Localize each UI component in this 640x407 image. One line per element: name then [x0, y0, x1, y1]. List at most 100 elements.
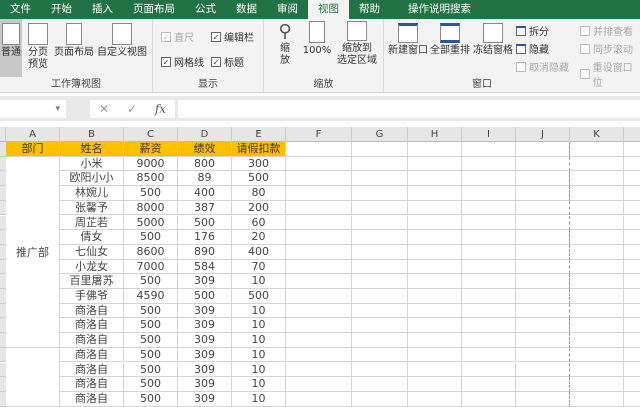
cell[interactable]	[516, 289, 570, 304]
cell[interactable]	[570, 318, 624, 334]
cell[interactable]: 309	[178, 303, 232, 319]
cell[interactable]	[570, 142, 624, 157]
column-header-D[interactable]: D	[178, 127, 232, 142]
cell[interactable]	[408, 171, 462, 187]
cell[interactable]	[624, 289, 640, 304]
cell[interactable]: 89	[178, 171, 232, 187]
header-cell[interactable]: 部门	[6, 142, 60, 157]
cell[interactable]	[352, 156, 408, 172]
cell[interactable]: 10	[232, 391, 286, 407]
cell[interactable]	[462, 347, 516, 363]
cell[interactable]	[516, 156, 570, 172]
cell[interactable]: 500	[124, 318, 178, 334]
cell[interactable]: 手佛爷	[60, 289, 124, 304]
cell[interactable]: 309	[178, 391, 232, 407]
cell[interactable]	[286, 289, 352, 304]
cell[interactable]	[570, 171, 624, 187]
cell[interactable]	[516, 377, 570, 392]
cell[interactable]	[408, 215, 462, 231]
cell[interactable]	[286, 215, 352, 231]
cell[interactable]	[462, 200, 516, 216]
cell[interactable]	[286, 259, 352, 275]
cell[interactable]	[624, 230, 640, 245]
cell[interactable]	[462, 318, 516, 334]
cell[interactable]: 500	[124, 303, 178, 319]
cell[interactable]	[624, 348, 640, 363]
cell[interactable]: 500	[124, 186, 178, 201]
cell[interactable]	[408, 142, 462, 157]
cell[interactable]	[570, 259, 624, 275]
cell[interactable]	[408, 347, 462, 363]
cell[interactable]	[286, 244, 352, 260]
cell[interactable]	[352, 200, 408, 216]
cell[interactable]	[462, 259, 516, 275]
cell[interactable]	[624, 245, 640, 260]
cell[interactable]	[462, 362, 516, 378]
hide-button[interactable]: 隐藏	[516, 41, 549, 56]
cell[interactable]	[570, 156, 624, 172]
cell[interactable]: 60	[232, 215, 286, 231]
cell[interactable]: 七仙女	[60, 244, 124, 260]
cell[interactable]	[352, 347, 408, 363]
cell[interactable]	[462, 244, 516, 260]
cell[interactable]	[516, 362, 570, 378]
column-header-B[interactable]: B	[60, 127, 124, 142]
cell[interactable]	[408, 391, 462, 407]
tab-1[interactable]: 开始	[41, 0, 82, 19]
column-header-G[interactable]: G	[352, 127, 408, 142]
cell[interactable]	[516, 303, 570, 319]
cell[interactable]	[624, 142, 640, 157]
cell[interactable]	[408, 156, 462, 172]
cell[interactable]	[286, 171, 352, 187]
cell[interactable]: 500	[178, 215, 232, 231]
cancel-icon[interactable]: ✕	[99, 102, 109, 116]
cell[interactable]	[570, 347, 624, 363]
cell[interactable]	[624, 363, 640, 378]
cell[interactable]	[286, 391, 352, 407]
cell[interactable]	[570, 230, 624, 245]
cell[interactable]	[624, 201, 640, 216]
cell[interactable]: 百里屠苏	[60, 274, 124, 289]
cell[interactable]: 500	[124, 362, 178, 378]
merged-cell[interactable]	[6, 347, 60, 407]
cell[interactable]	[408, 200, 462, 216]
cell[interactable]: 500	[124, 274, 178, 289]
cell[interactable]	[408, 244, 462, 260]
cell[interactable]	[570, 186, 624, 201]
cell[interactable]: 500	[124, 347, 178, 363]
cell[interactable]	[352, 303, 408, 319]
cell[interactable]	[352, 362, 408, 378]
cell[interactable]	[408, 289, 462, 304]
cell[interactable]	[570, 391, 624, 407]
cell[interactable]	[570, 333, 624, 348]
cell[interactable]	[516, 200, 570, 216]
cell[interactable]	[624, 260, 640, 275]
cell[interactable]: 8000	[124, 200, 178, 216]
cell[interactable]	[462, 289, 516, 304]
cell[interactable]	[462, 142, 516, 157]
cell[interactable]: 7000	[124, 259, 178, 275]
cell[interactable]	[516, 347, 570, 363]
cell[interactable]: 584	[178, 259, 232, 275]
cell[interactable]: 309	[178, 377, 232, 392]
cell[interactable]	[286, 377, 352, 392]
cell[interactable]	[408, 362, 462, 378]
cell[interactable]: 500	[232, 171, 286, 187]
cell[interactable]	[408, 259, 462, 275]
cell[interactable]: 5000	[124, 215, 178, 231]
cell[interactable]: 商洛自	[60, 391, 124, 407]
cell[interactable]	[352, 259, 408, 275]
page-layout-button[interactable]: 页面布局	[54, 19, 94, 59]
cell[interactable]: 林婉儿	[60, 186, 124, 201]
enter-icon[interactable]: ✓	[127, 102, 137, 116]
cell[interactable]	[624, 333, 640, 348]
cell[interactable]	[408, 333, 462, 348]
arrange-all-button[interactable]: 全部重排	[430, 23, 470, 57]
cell[interactable]	[408, 318, 462, 334]
cell[interactable]	[624, 274, 640, 289]
column-header-J[interactable]: J	[516, 127, 570, 142]
cell[interactable]	[624, 304, 640, 319]
cell[interactable]: 商洛自	[60, 347, 124, 363]
custom-views-button[interactable]: 自定义视图	[96, 19, 148, 59]
cell[interactable]: 张馨予	[60, 200, 124, 216]
